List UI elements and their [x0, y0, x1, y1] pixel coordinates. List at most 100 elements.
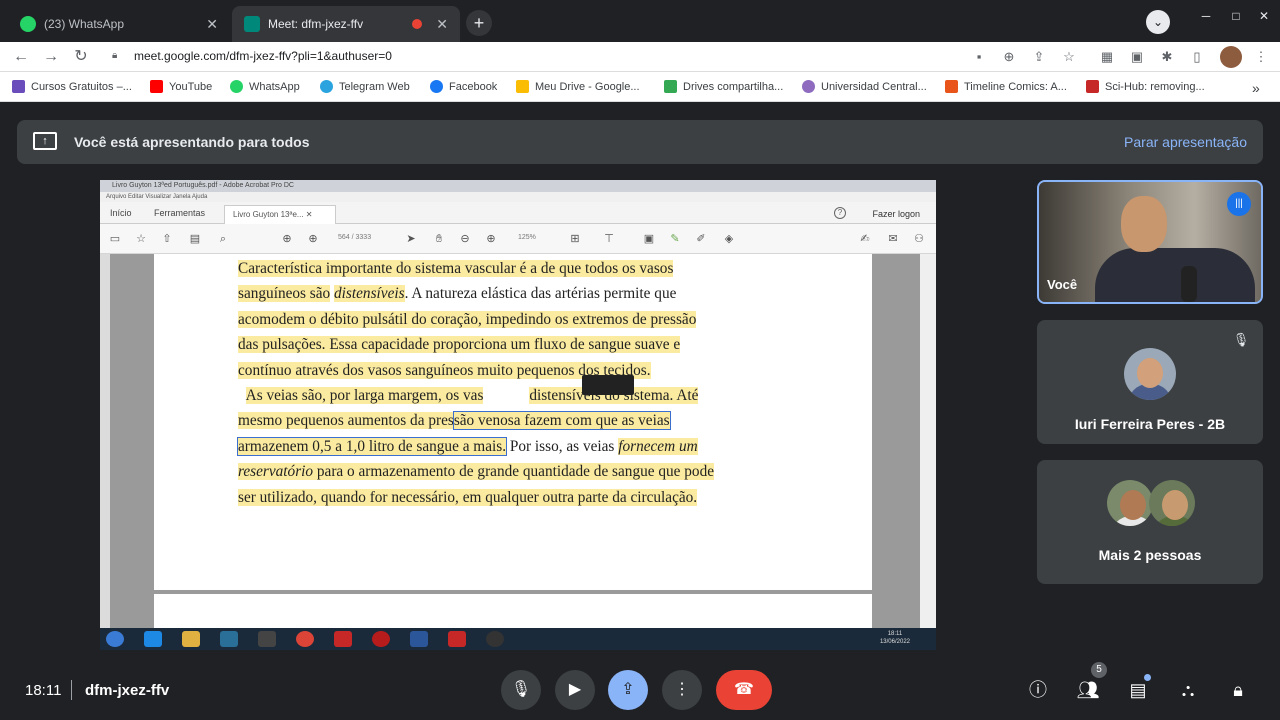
- avatar-face: [1120, 490, 1146, 520]
- bookmark-item[interactable]: Facebook: [430, 80, 497, 93]
- app-icon: [372, 631, 390, 647]
- bookmark-item[interactable]: Drives compartilha...: [664, 80, 783, 93]
- taskbar-clock: 18:11 13/06/2022: [880, 630, 910, 646]
- chat-icon: ▤: [1129, 680, 1147, 700]
- bookmark-label: Facebook: [449, 80, 498, 93]
- avatar-face: [1162, 490, 1188, 520]
- bookmark-icon: [12, 80, 25, 93]
- bookmark-label: Sci-Hub: removing...: [1105, 80, 1205, 93]
- bookmark-item[interactable]: YouTube: [150, 80, 212, 93]
- bookmark-label: Timeline Comics: A...: [964, 80, 1067, 93]
- tab-meet[interactable]: Meet: dfm-jxez-ffv ✕: [232, 6, 460, 42]
- puzzle-icon[interactable]: ✱: [1158, 48, 1176, 66]
- speaking-icon: |||: [1227, 192, 1251, 216]
- minimize-icon[interactable]: ─: [1196, 6, 1216, 26]
- mic-button[interactable]: 🎙︎: [501, 670, 541, 710]
- camera-button[interactable]: ▶︎: [555, 670, 595, 710]
- windows-taskbar: 18:11 13/06/2022: [100, 628, 936, 650]
- tab-file-label: Livro Guyton 13ªe...: [233, 210, 304, 219]
- text-line: mesmo pequenos aumentos da pres: [238, 412, 454, 430]
- bookmark-item[interactable]: Universidad Central...: [802, 80, 927, 93]
- person-head: [1121, 196, 1167, 252]
- avatar[interactable]: [1220, 46, 1242, 68]
- drive-icon: [664, 80, 677, 93]
- bookmark-label: Meu Drive - Google...: [535, 80, 640, 93]
- acrobat-tabs: Início Ferramentas Livro Guyton 13ªe... …: [100, 202, 936, 224]
- meeting-code: dfm-jxez-ffv: [85, 682, 170, 699]
- selected-text[interactable]: armazenem 0,5 a 1,0 litro de sangue a ma…: [236, 436, 508, 456]
- person-body: [1095, 248, 1255, 302]
- avatar: [1107, 480, 1153, 526]
- bookmark-item[interactable]: Telegram Web: [320, 80, 410, 93]
- login-label: Fazer logon: [872, 209, 920, 219]
- more-options-button[interactable]: ⋮: [662, 670, 702, 710]
- bookmark-item[interactable]: Cursos Gratuitos –...: [12, 80, 132, 93]
- close-icon[interactable]: ✕: [436, 16, 448, 33]
- sidepanel-icon[interactable]: ▯: [1188, 48, 1206, 66]
- stop-presenting-button[interactable]: Parar apresentação: [1124, 134, 1247, 150]
- extension-icon[interactable]: ▣: [1128, 48, 1146, 66]
- activities-button[interactable]: ⛬: [1174, 676, 1202, 704]
- scrollbar[interactable]: [920, 254, 936, 628]
- lock-icon[interactable]: 🔒︎: [112, 50, 122, 62]
- self-video-tile[interactable]: ||| Você: [1037, 180, 1263, 304]
- lock-person-icon: 🔒︎: [1233, 680, 1243, 700]
- comment-icon: ▣: [643, 233, 655, 245]
- leave-call-button[interactable]: ☎︎: [716, 670, 772, 710]
- zoom-icon[interactable]: ⊕: [1000, 48, 1018, 66]
- more-participants-tile[interactable]: Mais 2 pessoas: [1037, 460, 1263, 584]
- meeting-time: 18:11: [25, 682, 62, 699]
- close-window-icon[interactable]: ✕: [1254, 6, 1274, 26]
- menu-icon[interactable]: ⋮: [1252, 48, 1270, 66]
- forward-icon[interactable]: →: [40, 46, 62, 68]
- info-button[interactable]: ⓘ: [1024, 676, 1052, 704]
- tab-whatsapp[interactable]: (23) WhatsApp ✕: [8, 6, 230, 42]
- bookmark-item[interactable]: Sci-Hub: removing...: [1086, 80, 1205, 93]
- avatar: [1124, 348, 1176, 400]
- share-icon[interactable]: ⇪: [1030, 48, 1048, 66]
- address-bar[interactable]: meet.google.com/dfm-jxez-ffv?pli=1&authu…: [134, 49, 392, 63]
- bookmark-item[interactable]: WhatsApp: [230, 80, 300, 93]
- hand-icon: ✋︎: [435, 233, 443, 245]
- bookmark-item[interactable]: Timeline Comics: A...: [945, 80, 1067, 93]
- taskbar-date: 13/06/2022: [879, 639, 910, 645]
- text-line: . A natureza elástica das artérias permi…: [404, 285, 677, 303]
- zoom-level: 125%: [518, 234, 536, 241]
- star-icon[interactable]: ☆: [1060, 48, 1078, 66]
- activities-icon: ⛬: [1181, 680, 1195, 700]
- tab-file: Livro Guyton 13ªe... ✕: [224, 205, 336, 224]
- stamp-icon: ◈: [724, 233, 734, 245]
- extension-icon[interactable]: ▦: [1098, 48, 1116, 66]
- chevron-right-icon[interactable]: »: [1252, 80, 1260, 96]
- back-icon[interactable]: ←: [10, 46, 32, 68]
- browser-toolbar: ← → ↻ 🔒︎ meet.google.com/dfm-jxez-ffv?pl…: [0, 42, 1280, 72]
- page-text: Característica importante do sistema vas…: [236, 256, 790, 510]
- bookmark-label: WhatsApp: [249, 80, 300, 93]
- present-button[interactable]: ⇪: [608, 670, 648, 710]
- present-screen-icon: ↑: [33, 132, 57, 150]
- new-tab-button[interactable]: +: [466, 10, 492, 36]
- close-icon[interactable]: ✕: [206, 16, 218, 33]
- page-info: 564 / 3333: [338, 234, 372, 241]
- participant-tile[interactable]: 🎙︎ Iuri Ferreira Peres - 2B: [1037, 320, 1263, 444]
- start-icon: [106, 631, 124, 647]
- comment-popup[interactable]: [582, 375, 634, 395]
- bookmark-item[interactable]: Meu Drive - Google...: [516, 80, 640, 93]
- participant-name: Iuri Ferreira Peres - 2B: [1074, 416, 1226, 432]
- bookmark-label: YouTube: [169, 80, 213, 93]
- zoom-in-icon: ⊕: [486, 233, 496, 245]
- whatsapp-icon: [20, 16, 36, 32]
- microphone-icon: 🎙︎: [510, 681, 532, 698]
- camera-icon[interactable]: ▪: [970, 48, 988, 66]
- text-line: As veias são, por larga margem, os vas: [245, 387, 484, 405]
- scroll-icon: ⊤: [604, 233, 614, 245]
- people-button[interactable]: 👥︎: [1074, 676, 1102, 704]
- reload-icon[interactable]: ↻: [70, 46, 92, 68]
- maximize-icon[interactable]: □: [1226, 6, 1246, 26]
- presenting-banner: ↑ Você está apresentando para todos Para…: [17, 120, 1263, 164]
- chrome-icon: [296, 631, 314, 647]
- host-controls-button[interactable]: 🔒︎: [1224, 676, 1252, 704]
- chevron-down-icon[interactable]: ⌄: [1146, 10, 1170, 34]
- save-icon: ▭: [109, 233, 121, 245]
- selected-text[interactable]: são venosa fazem com que as veias: [452, 411, 671, 431]
